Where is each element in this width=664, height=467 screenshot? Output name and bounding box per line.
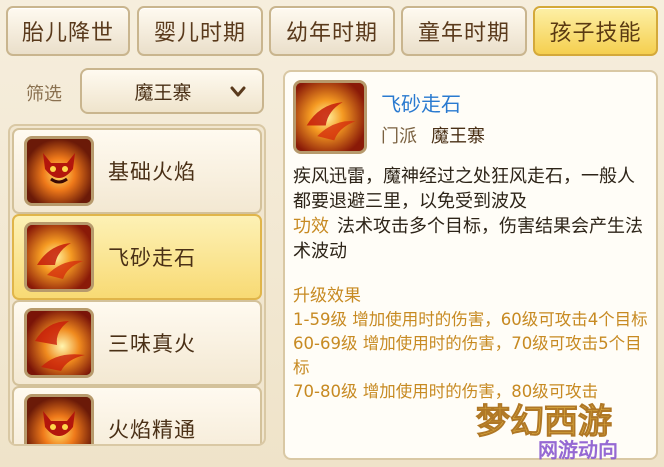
sect-value: 魔王寨 (431, 126, 485, 147)
chevron-down-icon (230, 86, 246, 97)
sect-row: 门派 魔王寨 (381, 122, 485, 148)
tab-childhood[interactable]: 幼年时期 (269, 6, 395, 56)
demon-flame-icon (24, 394, 94, 444)
skill-item-basic-flame[interactable]: 基础火焰 (12, 128, 262, 214)
watermark-logo: 梦幻西游 网游动向 (476, 402, 619, 463)
skill-item-label: 基础火焰 (108, 160, 196, 184)
tab-infant[interactable]: 婴儿时期 (137, 6, 263, 56)
sect-filter-dropdown[interactable]: 魔王寨 (80, 68, 264, 114)
effect-value: 法术攻击多个目标，伤害结果会产生法术波动 (293, 216, 643, 262)
skill-item-label: 三味真火 (108, 332, 196, 356)
filter-value: 魔王寨 (134, 81, 192, 104)
skill-item-flame-mastery[interactable]: 火焰精通 (12, 386, 262, 444)
filter-label: 筛选 (26, 84, 62, 105)
skill-name: 飞砂走石 (381, 92, 461, 116)
effect-key: 功效 (293, 216, 329, 237)
upgrade-line: 1-59级 增加使用时的伤害，60级可攻击4个目标 (293, 310, 648, 329)
skill-item-label: 飞砂走石 (108, 246, 196, 270)
svg-text:梦幻西游: 梦幻西游 (476, 402, 612, 442)
skill-item-true-fire[interactable]: 三味真火 (12, 300, 262, 386)
sect-key: 门派 (381, 126, 417, 147)
skill-list[interactable]: 基础火焰 飞砂走石 三味真火 火焰精通 (8, 124, 266, 446)
true-fire-icon (24, 308, 94, 378)
skill-item-label: 火焰精通 (108, 418, 196, 442)
skill-description: 疾风迅雷，魔神经过之处狂风走石，一般人都要退避三里，以免受到波及 (293, 166, 635, 212)
tab-youth[interactable]: 童年时期 (401, 6, 527, 56)
skill-item-flying-rock[interactable]: 飞砂走石 (12, 214, 262, 300)
upgrade-line: 60-69级 增加使用时的伤害，70级可攻击5个目标 (293, 334, 642, 377)
upgrade-section: 升级效果 1-59级 增加使用时的伤害，60级可攻击4个目标 60-69级 增加… (293, 284, 649, 404)
demon-flame-icon (24, 136, 94, 206)
svg-text:网游动向: 网游动向 (538, 438, 618, 462)
flying-rock-icon (293, 80, 367, 154)
skill-window: 胎儿降世 婴儿时期 幼年时期 童年时期 孩子技能 筛选 魔王寨 基础火焰 飞砂走… (0, 0, 664, 467)
upgrade-title: 升级效果 (293, 286, 361, 306)
skill-effect: 功效 法术攻击多个目标，伤害结果会产生法术波动 (293, 214, 649, 264)
tab-bar: 胎儿降世 婴儿时期 幼年时期 童年时期 孩子技能 (6, 6, 658, 58)
skill-description-block: 疾风迅雷，魔神经过之处狂风走石，一般人都要退避三里，以免受到波及 功效 法术攻击多… (293, 164, 649, 404)
flying-rock-icon (24, 222, 94, 292)
tab-fetal[interactable]: 胎儿降世 (6, 6, 130, 56)
tab-child-skills[interactable]: 孩子技能 (533, 6, 658, 56)
